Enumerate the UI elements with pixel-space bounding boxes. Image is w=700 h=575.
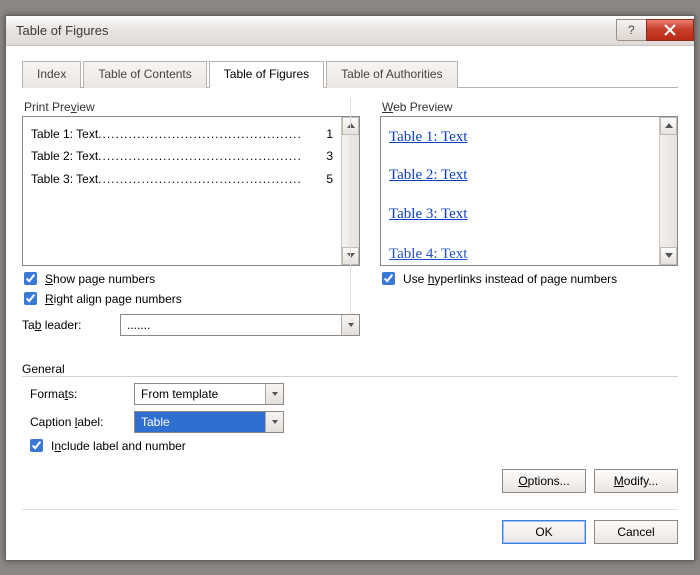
dialog-title: Table of Figures	[16, 23, 616, 38]
entry-text: Table 1: Text	[31, 123, 98, 146]
formats-value: From template	[135, 384, 265, 404]
use-hyperlinks-label: Use hyperlinks instead of page numbers	[403, 272, 617, 286]
tab-bar: Index Table of Contents Table of Figures…	[22, 60, 678, 88]
caption-label-label: Caption label:	[30, 415, 134, 429]
ok-cancel-row: OK Cancel	[22, 520, 678, 544]
tab-table-of-figures[interactable]: Table of Figures	[209, 61, 324, 88]
dialog-window: Table of Figures ? Index Table of Conten…	[5, 15, 695, 561]
entry-page: 1	[322, 123, 333, 146]
preview-section: Print Preview Table 1: Text ............…	[22, 94, 678, 336]
web-preview-link[interactable]: Table 4: Text	[389, 246, 467, 262]
formats-label: Formats:	[30, 387, 134, 401]
cancel-button[interactable]: Cancel	[594, 520, 678, 544]
web-preview-label: Web Preview	[382, 100, 678, 114]
entry-text: Table 2: Text	[31, 145, 98, 168]
general-section: General Formats: From template Caption l…	[22, 362, 678, 453]
show-page-numbers-label: Show page numbers	[45, 272, 155, 286]
web-preview-column: Web Preview Table 1: Text Table 2: Text …	[380, 94, 678, 336]
use-hyperlinks-checkbox[interactable]	[382, 272, 395, 285]
general-group-label: General	[22, 362, 678, 377]
web-preview-link[interactable]: Table 2: Text	[389, 167, 467, 183]
right-align-label: Right align page numbers	[45, 292, 182, 306]
combo-dropdown-button[interactable]	[341, 315, 359, 335]
right-align-checkbox[interactable]	[24, 292, 37, 305]
caption-label-row: Caption label: Table	[30, 411, 678, 433]
modify-button[interactable]: Modify...	[594, 469, 678, 493]
tab-leader-row: Tab leader: .......	[22, 314, 360, 336]
vertical-divider	[350, 98, 351, 314]
print-preview-column: Print Preview Table 1: Text ............…	[22, 94, 360, 336]
tab-leader-label: Tab leader:	[22, 318, 114, 332]
scroll-down-button[interactable]	[660, 247, 677, 265]
web-preview-link[interactable]: Table 3: Text	[389, 206, 467, 222]
print-preview-row: Table 3: Text ..........................…	[31, 168, 333, 191]
scroll-up-button[interactable]	[660, 117, 677, 135]
tab-table-of-authorities[interactable]: Table of Authorities	[326, 61, 457, 88]
print-preview-content: Table 1: Text ..........................…	[23, 117, 341, 265]
print-preview-row: Table 2: Text ..........................…	[31, 145, 333, 168]
caption-label-combo[interactable]: Table	[134, 411, 284, 433]
ok-button[interactable]: OK	[502, 520, 586, 544]
formats-row: Formats: From template	[30, 383, 678, 405]
leader-dots: ........................................…	[98, 145, 322, 168]
entry-page: 5	[322, 168, 333, 191]
show-page-numbers-checkbox[interactable]	[24, 272, 37, 285]
print-preview-box: Table 1: Text ..........................…	[22, 116, 360, 266]
web-preview-box: Table 1: Text Table 2: Text Table 3: Tex…	[380, 116, 678, 266]
svg-text:?: ?	[628, 24, 635, 36]
include-label-label: Include label and number	[51, 439, 186, 453]
include-label-row: Include label and number	[30, 439, 678, 453]
use-hyperlinks-row: Use hyperlinks instead of page numbers	[382, 272, 678, 286]
separator	[22, 509, 678, 510]
dialog-body: Index Table of Contents Table of Figures…	[6, 46, 694, 560]
close-button[interactable]	[646, 19, 694, 41]
web-preview-content: Table 1: Text Table 2: Text Table 3: Tex…	[381, 117, 659, 265]
tab-leader-value: .......	[121, 315, 341, 335]
options-modify-row: Options... Modify...	[22, 469, 678, 493]
scroll-track[interactable]	[660, 135, 677, 247]
formats-combo[interactable]: From template	[134, 383, 284, 405]
show-page-numbers-row: Show page numbers	[24, 272, 360, 286]
tab-index[interactable]: Index	[22, 61, 81, 88]
tab-leader-combo[interactable]: .......	[120, 314, 360, 336]
web-preview-scrollbar[interactable]	[659, 117, 677, 265]
help-button[interactable]: ?	[616, 19, 646, 41]
caption-label-value: Table	[135, 412, 265, 432]
entry-text: Table 3: Text	[31, 168, 98, 191]
include-label-checkbox[interactable]	[30, 439, 43, 452]
options-button[interactable]: Options...	[502, 469, 586, 493]
tab-table-of-contents[interactable]: Table of Contents	[83, 61, 206, 88]
print-preview-label: Print Preview	[24, 100, 360, 114]
combo-dropdown-button[interactable]	[265, 384, 283, 404]
entry-page: 3	[322, 145, 333, 168]
combo-dropdown-button[interactable]	[265, 412, 283, 432]
title-bar: Table of Figures ?	[6, 16, 694, 46]
leader-dots: ........................................…	[98, 123, 322, 146]
right-align-row: Right align page numbers	[24, 292, 360, 306]
web-preview-link[interactable]: Table 1: Text	[389, 129, 467, 145]
print-preview-row: Table 1: Text ..........................…	[31, 123, 333, 146]
leader-dots: ........................................…	[98, 168, 322, 191]
